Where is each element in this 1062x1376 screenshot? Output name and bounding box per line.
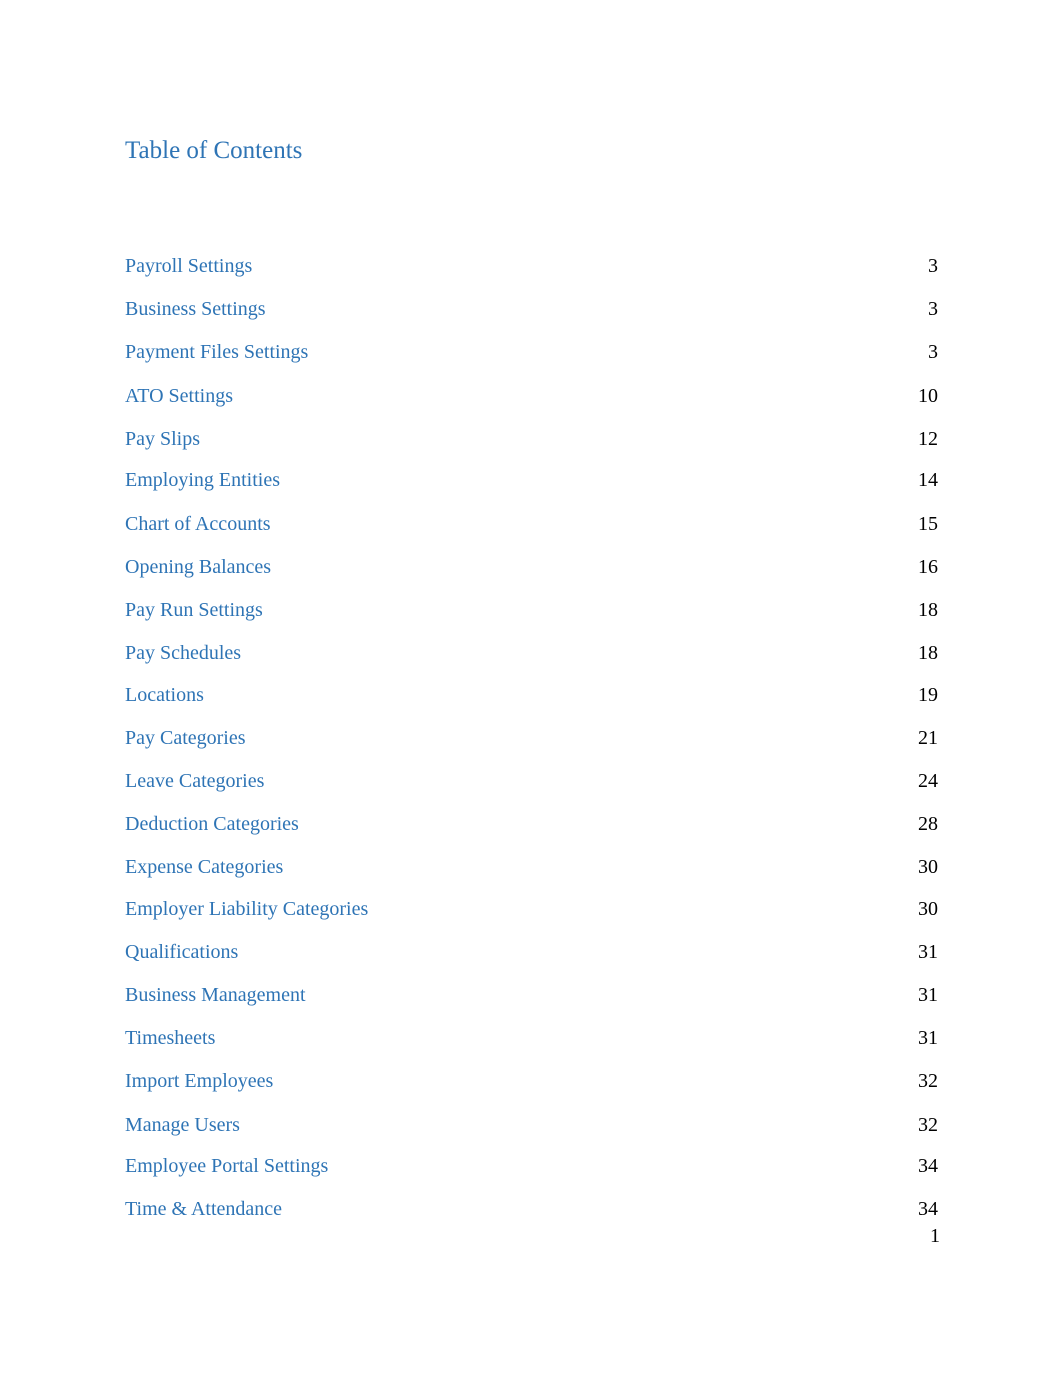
toc-entry-page: 3 xyxy=(928,340,938,363)
toc-entry-link[interactable]: Qualifications xyxy=(125,941,238,964)
toc-entry-page: 18 xyxy=(918,641,938,664)
toc-entry-link[interactable]: Expense Categories xyxy=(125,856,283,879)
toc-entry[interactable]: ATO Settings 10 xyxy=(125,383,938,409)
toc-entry-page: 3 xyxy=(928,254,938,277)
toc-entry[interactable]: Qualifications 31 xyxy=(125,939,938,965)
toc-entry-link[interactable]: Locations xyxy=(125,684,204,707)
toc-entry[interactable]: Locations 19 xyxy=(125,682,938,708)
toc-entry[interactable]: Payment Files Settings 3 xyxy=(125,339,938,365)
toc-entry-page: 31 xyxy=(918,940,938,963)
toc-entry[interactable]: Deduction Categories 28 xyxy=(125,811,938,837)
toc-entry[interactable]: Pay Slips 12 xyxy=(125,426,938,452)
toc-entry[interactable]: Import Employees 32 xyxy=(125,1068,938,1094)
toc-entry-link[interactable]: Leave Categories xyxy=(125,770,264,793)
toc-entry[interactable]: Payroll Settings 3 xyxy=(125,253,938,279)
toc-entry-page: 32 xyxy=(918,1069,938,1092)
toc-entry[interactable]: Chart of Accounts 15 xyxy=(125,511,938,537)
toc-entry-page: 34 xyxy=(918,1197,938,1220)
toc-entry-link[interactable]: Pay Slips xyxy=(125,428,200,451)
page-number: 1 xyxy=(930,1225,940,1247)
toc-entry[interactable]: Time & Attendance 34 xyxy=(125,1196,938,1222)
toc-entry-link[interactable]: ATO Settings xyxy=(125,385,233,408)
toc-entry-page: 3 xyxy=(928,297,938,320)
toc-entry-page: 16 xyxy=(918,555,938,578)
toc-entry-link[interactable]: Chart of Accounts xyxy=(125,513,271,536)
toc-entry-link[interactable]: Business Management xyxy=(125,984,306,1007)
toc-entry-link[interactable]: Manage Users xyxy=(125,1114,240,1137)
toc-entry-link[interactable]: Pay Categories xyxy=(125,727,246,750)
toc-entry-link[interactable]: Employer Liability Categories xyxy=(125,898,368,921)
toc-entry-page: 28 xyxy=(918,812,938,835)
toc-entry[interactable]: Manage Users 32 xyxy=(125,1112,938,1138)
toc-entry[interactable]: Pay Schedules 18 xyxy=(125,640,938,666)
toc-entry-page: 18 xyxy=(918,598,938,621)
toc-entry-link[interactable]: Import Employees xyxy=(125,1070,273,1093)
toc-entry-page: 24 xyxy=(918,769,938,792)
toc-entry-page: 19 xyxy=(918,683,938,706)
toc-entry-link[interactable]: Employee Portal Settings xyxy=(125,1155,328,1178)
toc-entry-link[interactable]: Business Settings xyxy=(125,298,266,321)
toc-entry-link[interactable]: Timesheets xyxy=(125,1027,215,1050)
toc-entry-link[interactable]: Time & Attendance xyxy=(125,1198,282,1221)
toc-entry-link[interactable]: Payment Files Settings xyxy=(125,341,308,364)
toc-entry[interactable]: Timesheets 31 xyxy=(125,1025,938,1051)
toc-entry-page: 31 xyxy=(918,983,938,1006)
toc-entry-link[interactable]: Employing Entities xyxy=(125,469,280,492)
toc-entry-page: 12 xyxy=(918,427,938,450)
toc-entry[interactable]: Business Settings 3 xyxy=(125,296,938,322)
toc-entry-page: 34 xyxy=(918,1154,938,1177)
toc-entry-page: 21 xyxy=(918,726,938,749)
toc-entry-page: 30 xyxy=(918,897,938,920)
toc-entry-page: 32 xyxy=(918,1113,938,1136)
toc-entry-link[interactable]: Pay Schedules xyxy=(125,642,241,665)
toc-entry-link[interactable]: Deduction Categories xyxy=(125,813,299,836)
toc-entry-link[interactable]: Payroll Settings xyxy=(125,255,252,278)
toc-entry[interactable]: Employer Liability Categories 30 xyxy=(125,896,938,922)
toc-entry[interactable]: Employing Entities 14 xyxy=(125,467,938,493)
toc-entry[interactable]: Opening Balances 16 xyxy=(125,554,938,580)
toc-title: Table of Contents xyxy=(125,137,303,164)
toc-entry-link[interactable]: Opening Balances xyxy=(125,556,271,579)
toc-entry-link[interactable]: Pay Run Settings xyxy=(125,599,263,622)
toc-entry-page: 15 xyxy=(918,512,938,535)
toc-entry-page: 14 xyxy=(918,468,938,491)
toc-entry[interactable]: Pay Categories 21 xyxy=(125,725,938,751)
toc-entry[interactable]: Business Management 31 xyxy=(125,982,938,1008)
toc-entry-page: 10 xyxy=(918,384,938,407)
toc-entry[interactable]: Pay Run Settings 18 xyxy=(125,597,938,623)
toc-entry[interactable]: Employee Portal Settings 34 xyxy=(125,1153,938,1179)
toc-entry-page: 31 xyxy=(918,1026,938,1049)
toc-entry[interactable]: Expense Categories 30 xyxy=(125,854,938,880)
toc-entry[interactable]: Leave Categories 24 xyxy=(125,768,938,794)
toc-entry-page: 30 xyxy=(918,855,938,878)
